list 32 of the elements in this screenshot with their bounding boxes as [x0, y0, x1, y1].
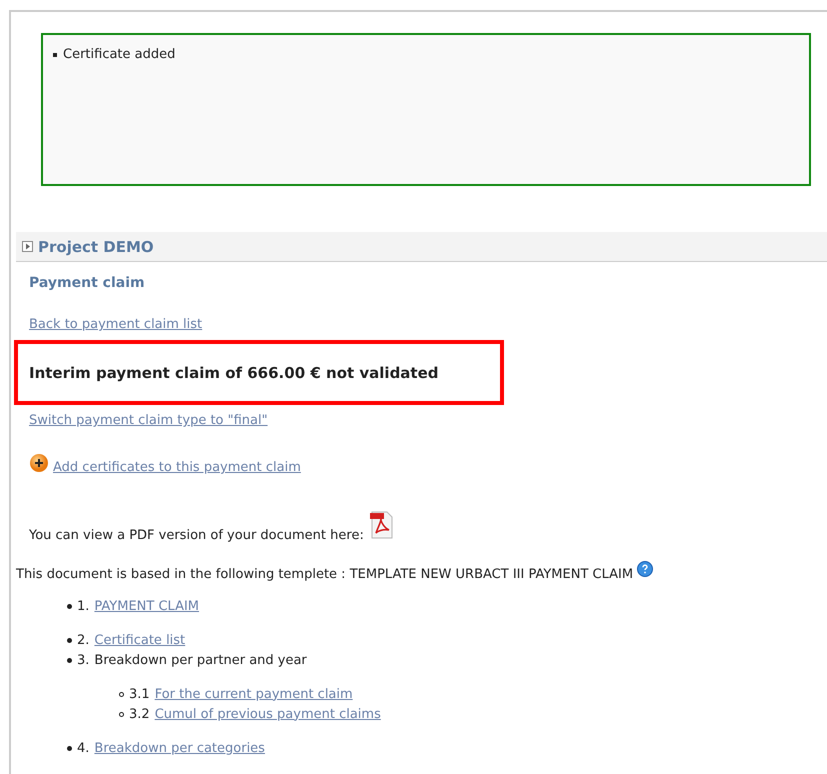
bullet-icon	[67, 604, 72, 608]
page-heading: Payment claim	[29, 275, 146, 291]
switch-type-link[interactable]: Switch payment claim type to "final"	[29, 413, 268, 428]
section-link[interactable]: For the current payment claim	[154, 686, 353, 702]
template-text: This document is based in the following templete : TEMPLATE NEW URBACT III PAYMENT CLAIM	[16, 567, 634, 582]
help-icon[interactable]	[637, 561, 654, 577]
status-text: Interim payment claim of 666.00 € not validated	[29, 364, 439, 382]
section-number: 4.	[77, 740, 90, 756]
add-icon[interactable]	[29, 452, 49, 472]
pdf-text: You can view a PDF version of your document here:	[29, 528, 364, 543]
section-link[interactable]: PAYMENT CLAIM	[94, 598, 200, 614]
bullet-icon	[119, 692, 124, 696]
pdf-icon[interactable]	[370, 511, 394, 539]
back-link[interactable]: Back to payment claim list	[29, 317, 202, 332]
section-link[interactable]: Breakdown per categories	[94, 740, 265, 756]
section-number: 3.	[77, 652, 90, 668]
bullet-icon	[67, 746, 72, 750]
bullet-icon	[119, 712, 124, 716]
section-title: Breakdown per partner and year	[94, 652, 307, 668]
bullet-icon	[67, 638, 72, 642]
section-number: 3.2	[129, 706, 150, 722]
section-number: 2.	[77, 632, 90, 648]
bullet-icon	[53, 52, 57, 56]
section-link[interactable]: Cumul of previous payment claims	[154, 706, 381, 722]
section-number: 3.1	[129, 686, 150, 702]
message-text: Certificate added	[63, 47, 176, 62]
section-link[interactable]: Certificate list	[94, 632, 186, 648]
section-number: 1.	[77, 598, 90, 614]
bullet-icon	[67, 658, 72, 662]
project-title: Project DEMO	[38, 238, 154, 256]
expand-icon[interactable]	[22, 241, 33, 252]
add-certificates-link[interactable]: Add certificates to this payment claim	[53, 460, 301, 475]
